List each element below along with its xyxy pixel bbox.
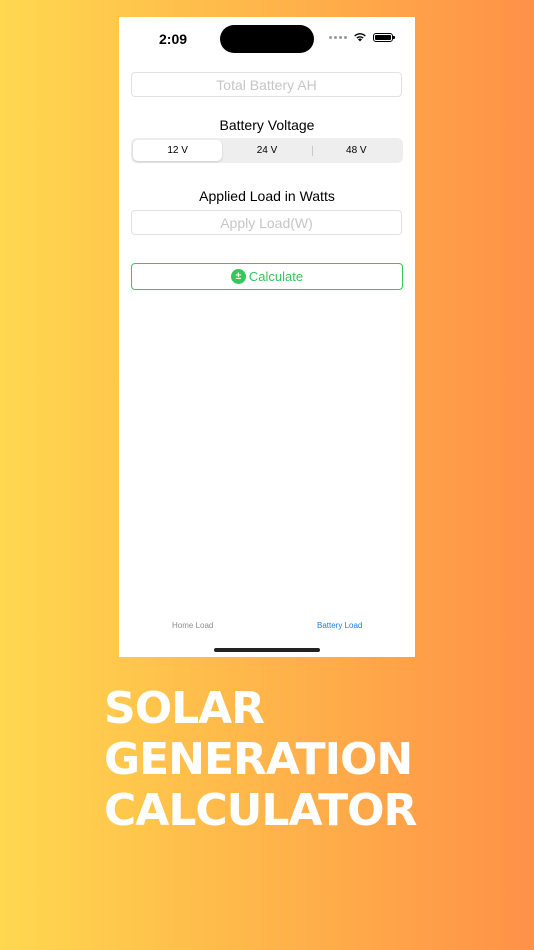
tab-home-load[interactable]: Home Load — [172, 621, 213, 630]
signal-dots-icon — [329, 35, 347, 39]
load-label: Applied Load in Watts — [199, 188, 335, 204]
tab-battery-load[interactable]: Battery Load — [317, 621, 362, 630]
voltage-option-12v[interactable]: 12 V — [133, 140, 223, 161]
headline-line: SOLAR — [104, 683, 265, 734]
plus-minus-icon: ± — [230, 269, 246, 284]
headline-line: CALCULATOR — [104, 785, 417, 836]
calculate-button[interactable]: ± Calculate — [131, 263, 403, 290]
calculate-label: Calculate — [248, 269, 304, 284]
promo-headline: SOLAR GENERATION CALCULATOR — [104, 683, 524, 836]
home-indicator — [214, 648, 320, 652]
voltage-segmented-control: 12 V 24 V 48 V — [131, 138, 403, 163]
phone-screen: 2:09 Battery Voltage 12 V 24 V 48 V Appl… — [119, 17, 415, 657]
voltage-label: Battery Voltage — [219, 117, 315, 133]
status-icons — [329, 32, 395, 42]
wifi-icon — [354, 33, 366, 42]
headline-line: GENERATION — [104, 734, 413, 785]
voltage-option-24v[interactable]: 24 V — [222, 140, 311, 161]
dynamic-island — [220, 25, 314, 53]
status-time: 2:09 — [159, 31, 188, 47]
battery-ah-input[interactable] — [131, 72, 402, 97]
load-input[interactable] — [131, 210, 402, 235]
voltage-option-48v[interactable]: 48 V — [311, 140, 401, 161]
battery-icon — [373, 32, 395, 42]
